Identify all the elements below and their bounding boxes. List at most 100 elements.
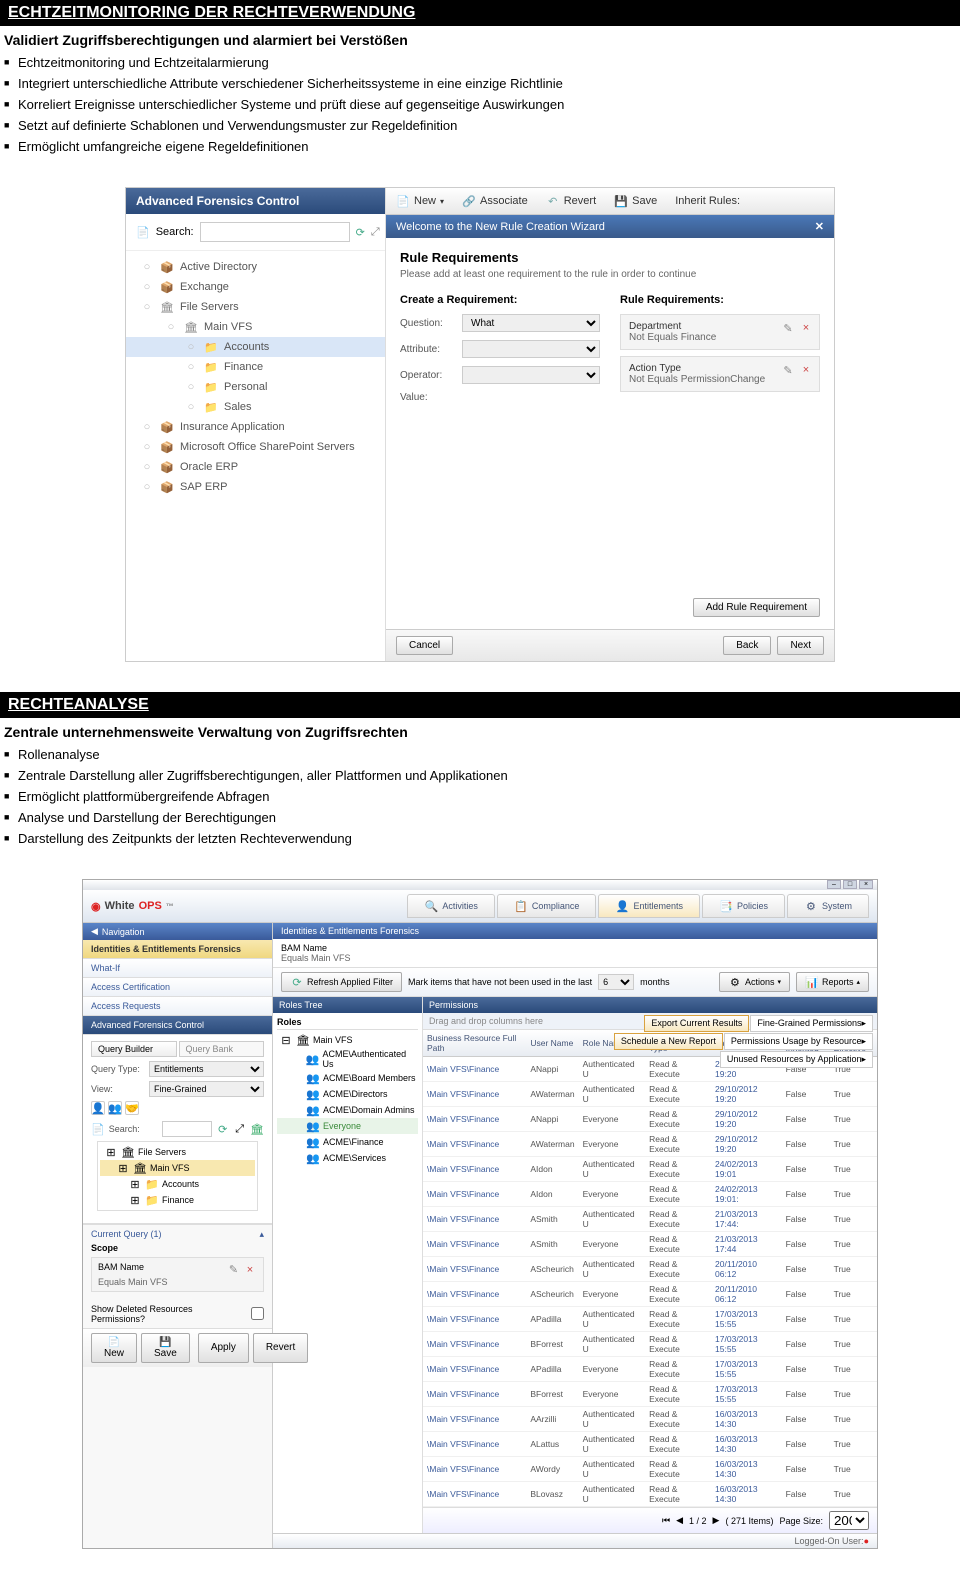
qb-collapse-icon[interactable]: ⤢ — [233, 1122, 246, 1136]
qb-tree-item[interactable]: ⊞📁Accounts — [100, 1176, 255, 1192]
tree-item[interactable]: ○📁Accounts — [126, 337, 385, 357]
search-input[interactable] — [200, 222, 350, 242]
roles-tree-item[interactable]: 👥ACME\Authenticated Us — [277, 1048, 418, 1070]
next-button[interactable]: Next — [777, 636, 824, 655]
edit-icon[interactable]: ✎ — [226, 1262, 240, 1276]
table-row[interactable]: \Main VFS\FinanceBForrestEveryoneRead & … — [423, 1382, 877, 1407]
table-row[interactable]: \Main VFS\FinanceAScheurichEveryoneRead … — [423, 1282, 877, 1307]
table-row[interactable]: \Main VFS\FinanceAPadillaEveryoneRead & … — [423, 1357, 877, 1382]
table-row[interactable]: \Main VFS\FinanceAArzilliAuthenticated U… — [423, 1407, 877, 1432]
table-row[interactable]: \Main VFS\FinanceASmithAuthenticated URe… — [423, 1207, 877, 1232]
view-select[interactable]: Fine-Grained — [149, 1081, 264, 1097]
show-deleted-checkbox[interactable] — [251, 1307, 264, 1320]
table-row[interactable]: \Main VFS\FinanceAWordyAuthenticated URe… — [423, 1457, 877, 1482]
roles-tree-item[interactable]: 👥ACME\Finance — [277, 1134, 418, 1150]
permissions-usage[interactable]: Permissions Usage by Resource ▸ — [724, 1033, 873, 1050]
table-row[interactable]: \Main VFS\FinanceANappiEveryoneRead & Ex… — [423, 1107, 877, 1132]
sidebar-item[interactable]: Access Certification — [83, 978, 272, 997]
save-button[interactable]: 💾Save — [614, 194, 657, 208]
schedule-new-report[interactable]: Schedule a New Report — [614, 1033, 723, 1050]
table-row[interactable]: \Main VFS\FinanceBForrestAuthenticated U… — [423, 1332, 877, 1357]
menu-tab-system[interactable]: ⚙System — [787, 894, 869, 918]
tree-item[interactable]: ○🏛File Servers — [126, 297, 385, 317]
table-row[interactable]: \Main VFS\FinanceAWatermanAuthenticated … — [423, 1082, 877, 1107]
maximize-button[interactable]: □ — [843, 880, 857, 889]
roles-tree-item[interactable]: 👥ACME\Board Members — [277, 1070, 418, 1086]
qb-search-input[interactable] — [162, 1121, 212, 1137]
question-select[interactable]: What — [462, 314, 600, 332]
attribute-select[interactable] — [462, 340, 600, 358]
close-icon[interactable]: ✕ — [815, 220, 824, 233]
table-row[interactable]: \Main VFS\FinanceAScheurichAuthenticated… — [423, 1257, 877, 1282]
revert-button[interactable]: ↶Revert — [546, 194, 596, 208]
actions-button[interactable]: ⚙Actions▾ — [719, 972, 790, 992]
pager-first-icon[interactable]: ⏮ — [662, 1515, 670, 1526]
table-row[interactable]: \Main VFS\FinanceALattusAuthenticated UR… — [423, 1432, 877, 1457]
tree-item[interactable]: ○📦Microsoft Office SharePoint Servers — [126, 437, 385, 457]
window-close-button[interactable]: × — [859, 880, 873, 889]
tree-toggle-icon[interactable]: ⤢ — [371, 225, 380, 239]
tree-item[interactable]: ○🏛Main VFS — [126, 317, 385, 337]
cq-collapse-icon[interactable]: ▴ — [259, 1229, 264, 1240]
remove-icon[interactable]: × — [243, 1263, 257, 1277]
query-type-select[interactable]: Entitlements — [149, 1061, 264, 1077]
menu-tab-entitlements[interactable]: 👤Entitlements — [598, 894, 700, 918]
tree-item[interactable]: ○📦Oracle ERP — [126, 457, 385, 477]
table-row[interactable]: \Main VFS\FinanceASmithEveryoneRead & Ex… — [423, 1232, 877, 1257]
tree-item[interactable]: ○📦Exchange — [126, 277, 385, 297]
tree-item[interactable]: ○📦Active Directory — [126, 257, 385, 277]
operator-select[interactable] — [462, 366, 600, 384]
table-row[interactable]: \Main VFS\FinanceAIdonAuthenticated URea… — [423, 1157, 877, 1182]
unused-resources[interactable]: Unused Resources by Application ▸ — [720, 1051, 873, 1068]
tree-item[interactable]: ○📁Personal — [126, 377, 385, 397]
tree-item[interactable]: ○📦SAP ERP — [126, 477, 385, 497]
sidebar-item[interactable]: What-If — [83, 959, 272, 978]
delete-icon[interactable]: × — [799, 363, 813, 377]
mark-value-select[interactable]: 6 — [598, 974, 634, 990]
qb-tower-icon[interactable]: 🏛 — [250, 1122, 264, 1136]
edit-icon[interactable]: ✎ — [781, 321, 795, 335]
refresh-icon[interactable]: ⟳ — [356, 225, 365, 239]
associate-button[interactable]: 🔗Associate — [462, 194, 528, 208]
col-header[interactable]: User Name — [526, 1030, 578, 1057]
back-button[interactable]: Back — [723, 636, 771, 655]
roles-tree-item[interactable]: ⊟🏛Main VFS — [277, 1032, 418, 1048]
table-row[interactable]: \Main VFS\FinanceAPadillaAuthenticated U… — [423, 1307, 877, 1332]
new-button[interactable]: 📄New▾ — [396, 194, 444, 208]
export-current-results[interactable]: Export Current Results — [644, 1015, 749, 1032]
roles-tree-item[interactable]: 👥Everyone — [277, 1118, 418, 1134]
query-builder-tab[interactable]: Query Builder — [91, 1041, 177, 1057]
sidebar-item[interactable]: Advanced Forensics Control — [83, 1016, 272, 1035]
pager-next-icon[interactable]: ▶ — [713, 1515, 720, 1526]
qb-save-button[interactable]: 💾 Save — [141, 1333, 190, 1363]
menu-tab-activities[interactable]: 🔍Activities — [407, 894, 495, 918]
reports-button[interactable]: 📊Reports▴ — [796, 972, 869, 992]
handshake-icon[interactable]: 🤝 — [125, 1101, 139, 1115]
fine-grained-permissions[interactable]: Fine-Grained Permissions ▸ — [750, 1015, 873, 1032]
tree-item[interactable]: ○📁Finance — [126, 357, 385, 377]
query-bank-tab[interactable]: Query Bank — [179, 1041, 265, 1057]
qb-tree-item[interactable]: ⊞🏛Main VFS — [100, 1160, 255, 1176]
cancel-button[interactable]: Cancel — [396, 636, 453, 655]
roles-tree-item[interactable]: 👥ACME\Domain Admins — [277, 1102, 418, 1118]
roles-tree-item[interactable]: 👥ACME\Services — [277, 1150, 418, 1166]
refresh-filter-button[interactable]: ⟳Refresh Applied Filter — [281, 972, 402, 992]
pager-prev-icon[interactable]: ◀ — [676, 1515, 683, 1526]
delete-icon[interactable]: × — [799, 321, 813, 335]
edit-icon[interactable]: ✎ — [781, 363, 795, 377]
menu-tab-compliance[interactable]: 📋Compliance — [497, 894, 597, 918]
table-row[interactable]: \Main VFS\FinanceBLovaszAuthenticated UR… — [423, 1482, 877, 1507]
sidebar-item[interactable]: Identities & Entitlements Forensics — [83, 940, 272, 959]
menu-tab-policies[interactable]: 📑Policies — [702, 894, 785, 918]
sidebar-item[interactable]: Access Requests — [83, 997, 272, 1016]
qb-refresh-icon[interactable]: ⟳ — [216, 1122, 229, 1136]
qb-new-button[interactable]: 📄 New — [91, 1333, 137, 1363]
page-size-select[interactable]: 200 — [829, 1511, 869, 1530]
tree-item[interactable]: ○📁Sales — [126, 397, 385, 417]
qb-apply-button[interactable]: Apply — [198, 1333, 249, 1363]
table-row[interactable]: \Main VFS\FinanceAIdonEveryoneRead & Exe… — [423, 1182, 877, 1207]
roles-tree-item[interactable]: 👥ACME\Directors — [277, 1086, 418, 1102]
tree-item[interactable]: ○📦Insurance Application — [126, 417, 385, 437]
table-row[interactable]: \Main VFS\FinanceAWatermanEveryoneRead &… — [423, 1132, 877, 1157]
group-icon[interactable]: 👥 — [108, 1101, 122, 1115]
